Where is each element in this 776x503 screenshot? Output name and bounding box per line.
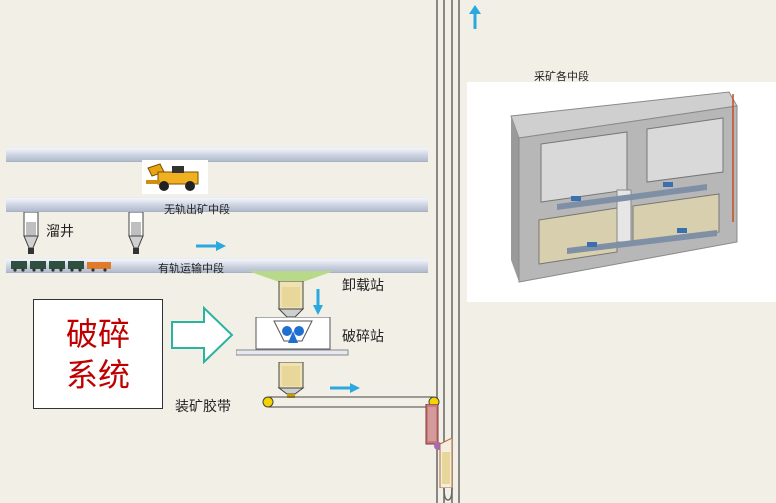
- ore-pass-right: [128, 212, 144, 254]
- crushing-station-label: 破碎站: [342, 329, 384, 345]
- surge-bin-upper: [277, 281, 305, 321]
- unloading-station-label: 卸载站: [342, 278, 384, 294]
- surge-bin-lower: [277, 362, 305, 398]
- crushing-station: [236, 317, 349, 356]
- ore-train-icon: [11, 261, 111, 272]
- loading-belt-label: 装矿胶带: [175, 399, 231, 415]
- ore-pass-label: 溜井: [46, 224, 74, 240]
- stope-3d-illustration: [510, 91, 738, 283]
- belt-flow-arrow: [330, 383, 360, 393]
- loader-icon: [142, 160, 208, 194]
- ore-pass-left: [23, 212, 39, 254]
- mining-level-panel: [467, 82, 776, 302]
- upper-level-band: [6, 147, 428, 162]
- crushing-system-title-line1: 破碎: [65, 315, 130, 353]
- crushing-system-title-line2: 系统: [65, 356, 130, 394]
- skip-loading-pocket: [425, 404, 453, 488]
- loading-belt-conveyor: [262, 396, 440, 408]
- rail-flow-arrow: [196, 241, 226, 251]
- crushing-system-box: 破碎 系统: [33, 299, 163, 409]
- hoist-up-arrow: [469, 5, 481, 29]
- trackless-level-label: 无轨出矿中段: [164, 203, 230, 216]
- rail-level-label: 有轨运输中段: [158, 262, 224, 275]
- crusher-feed-arrow: [313, 289, 323, 315]
- pointer-arrow: [171, 306, 234, 364]
